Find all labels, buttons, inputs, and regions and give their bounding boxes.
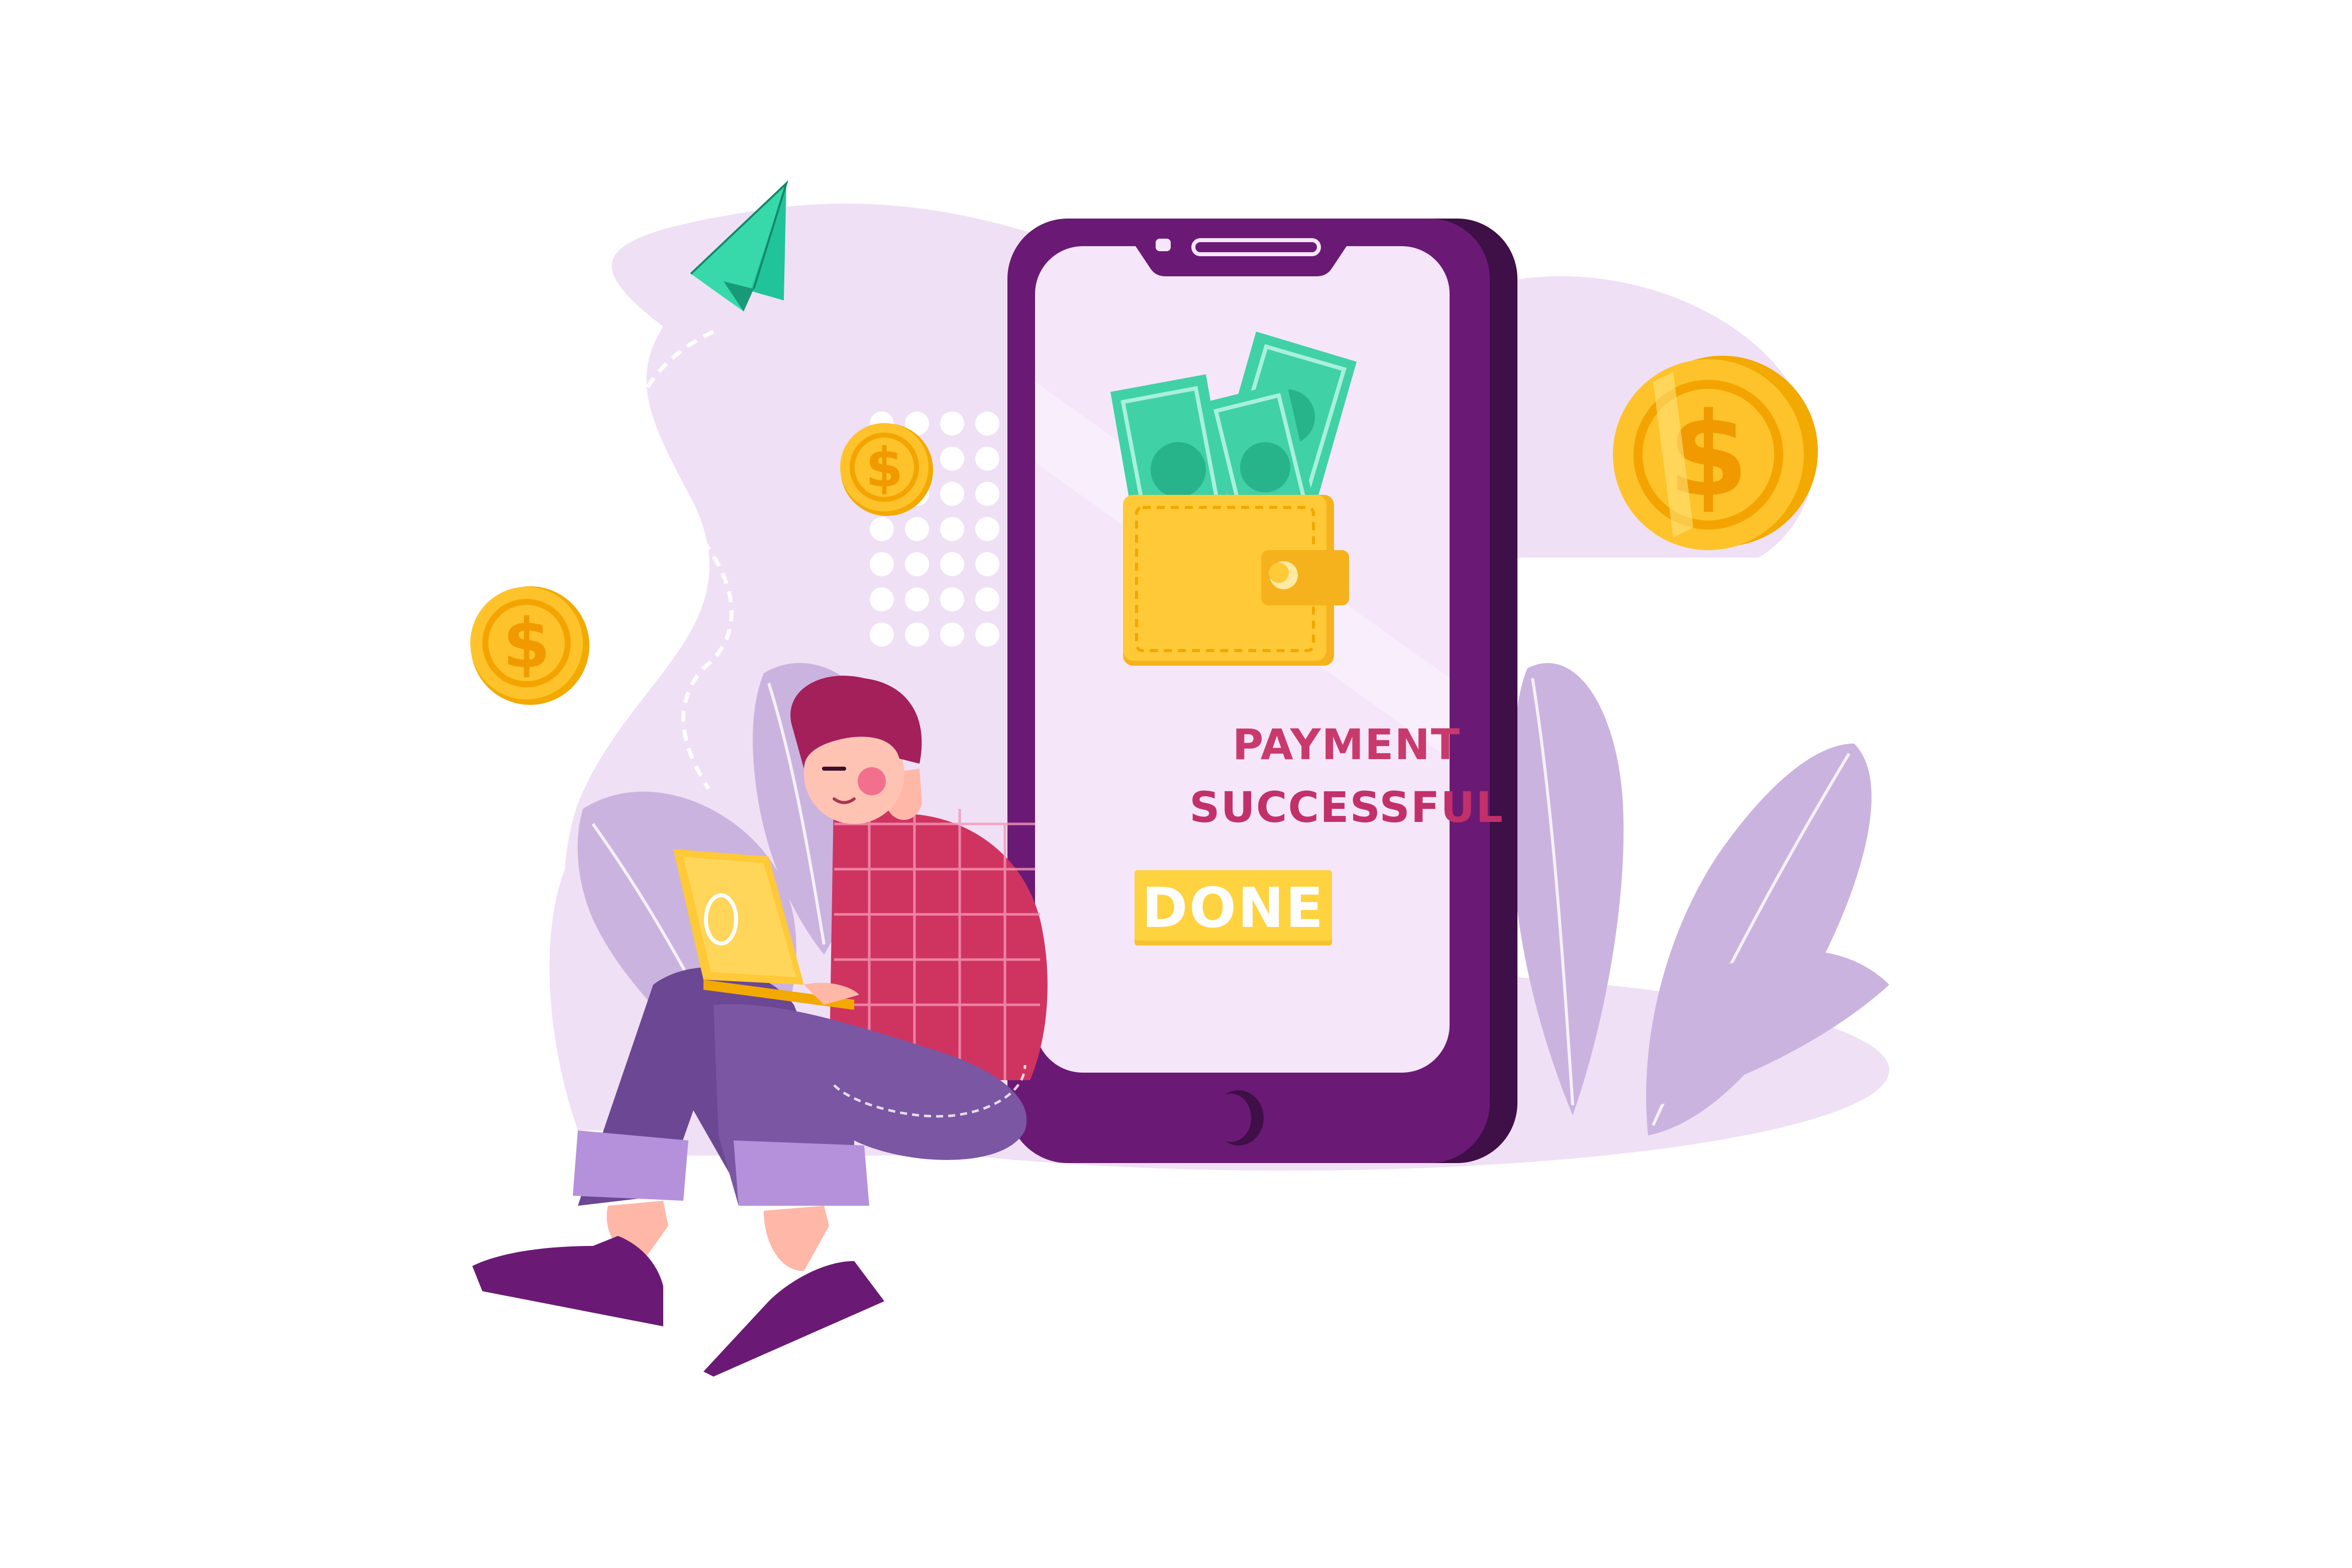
- svg-text:$: $: [865, 437, 903, 499]
- dollar-coin-icon: $: [1613, 356, 1818, 550]
- dollar-coin-icon: $: [840, 423, 933, 516]
- illustration: $ $ $: [470, 180, 1889, 1377]
- done-button[interactable]: DONE: [1135, 870, 1332, 946]
- dollar-coin-icon: $: [470, 586, 589, 705]
- payment-status-subtitle: SUCCESSFUL: [1189, 783, 1504, 832]
- svg-text:$: $: [503, 604, 551, 684]
- wallet-icon: [1123, 495, 1349, 666]
- payment-status-title: PAYMENT: [1232, 720, 1461, 769]
